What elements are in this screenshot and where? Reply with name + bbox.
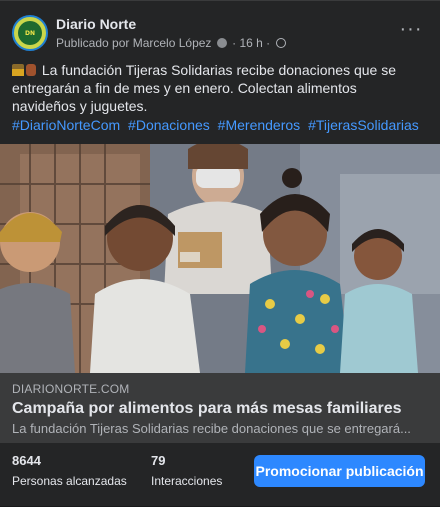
page-avatar[interactable]: DN <box>12 15 48 51</box>
page-name[interactable]: Diario Norte <box>56 16 136 32</box>
promote-post-button[interactable]: Promocionar publicación <box>254 455 425 487</box>
globe-icon <box>275 38 286 48</box>
post-meta: Publicado por Marcelo López · 16 h · <box>56 36 286 50</box>
hashtag-link[interactable]: #DiarioNorteCom <box>12 117 120 133</box>
graduation-cap-icon <box>12 64 24 76</box>
hashtag-list: #DiarioNorteCom #Donaciones #Merenderos … <box>12 117 423 133</box>
hashtag-link[interactable]: #TijerasSolidarias <box>308 117 419 133</box>
hashtag-link[interactable]: #Merenderos <box>218 117 301 133</box>
link-preview[interactable]: DIARIONORTE.COM Campaña por alimentos pa… <box>0 373 440 443</box>
link-domain: DIARIONORTE.COM <box>12 382 130 396</box>
post-caption: La fundación Tijeras Solidarias recibe d… <box>12 61 424 115</box>
verified-badge-icon <box>216 38 227 48</box>
link-description: La fundación Tijeras Solidarias recibe d… <box>12 421 411 436</box>
post-card: DN Diario Norte Publicado por Marcelo Ló… <box>0 0 440 506</box>
photo-illustration <box>0 144 440 373</box>
post-time[interactable]: 16 h <box>239 36 262 50</box>
avatar-logo: DN <box>18 21 42 45</box>
more-options-icon[interactable]: ··· <box>398 19 424 43</box>
reach-value: 8644 <box>12 453 41 468</box>
post-photo[interactable] <box>0 144 440 373</box>
link-title[interactable]: Campaña por alimentos para más mesas fam… <box>12 400 402 418</box>
separator-dot: · <box>266 36 271 50</box>
reach-label: Personas alcanzadas <box>12 474 127 488</box>
post-header: DN Diario Norte Publicado por Marcelo Ló… <box>12 15 428 55</box>
reach-stat[interactable]: 8644 Personas alcanzadas <box>12 453 127 488</box>
caption-text: La fundación Tijeras Solidarias recibe d… <box>12 62 397 114</box>
post-insights: 8644 Personas alcanzadas 79 Interaccione… <box>0 443 440 507</box>
separator-dot: · <box>232 36 237 50</box>
interactions-stat[interactable]: 79 Interacciones <box>151 453 222 488</box>
hat-icon <box>26 64 36 76</box>
interactions-value: 79 <box>151 453 166 468</box>
hashtag-link[interactable]: #Donaciones <box>128 117 210 133</box>
published-by[interactable]: Publicado por Marcelo López <box>56 36 211 50</box>
interactions-label: Interacciones <box>151 474 223 488</box>
